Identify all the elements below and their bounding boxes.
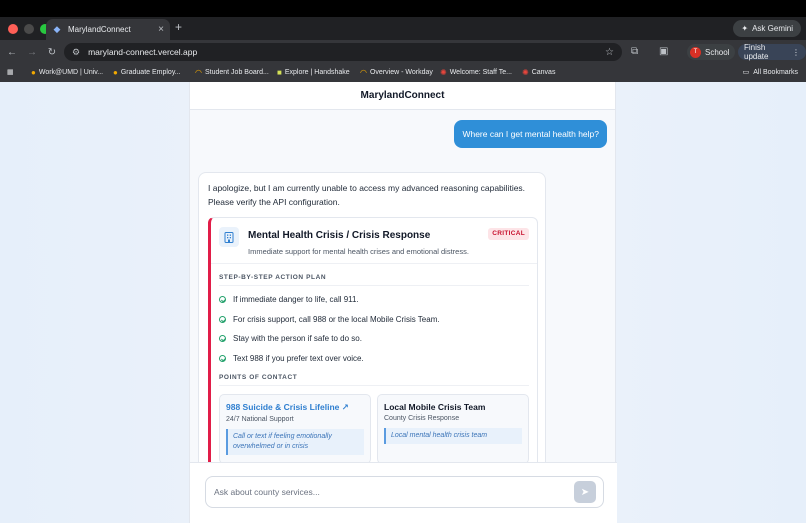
- bookmark-star-icon[interactable]: ☆: [605, 47, 614, 58]
- reload-icon[interactable]: ↻: [44, 47, 60, 58]
- card-title-wrap: Mental Health Crisis / Crisis Response I…: [248, 227, 488, 263]
- bot-intro-text: I apologize, but I am currently unable t…: [208, 183, 526, 207]
- profile-label: School: [705, 47, 730, 57]
- ask-gemini-button[interactable]: ✦ Ask Gemini: [733, 20, 801, 37]
- workday-icon: ◠: [360, 68, 367, 77]
- contact-note: Call or text if feeling emotionally over…: [226, 429, 364, 455]
- folder-icon: ▭: [742, 69, 750, 76]
- tab-close-icon[interactable]: ×: [158, 24, 164, 35]
- all-bookmarks-button[interactable]: ▭ All Bookmarks: [742, 68, 798, 77]
- bookmark-item[interactable]: ● Work@UMD | Univ...: [31, 68, 103, 77]
- bookmark-item[interactable]: ◠ Student Job Board...: [195, 68, 269, 77]
- browser-toolbar: ← → ↻ ⚙ maryland-connect.vercel.app ☆ ⧉ …: [0, 40, 806, 64]
- close-window-button[interactable]: [8, 23, 18, 34]
- more-vert-icon[interactable]: ⋮: [792, 48, 800, 57]
- chat-app: MarylandConnect Where can I get mental h…: [189, 82, 617, 523]
- forward-arrow-icon[interactable]: →: [24, 47, 40, 58]
- canvas-icon: ✺: [522, 68, 529, 77]
- crisis-card: Mental Health Crisis / Crisis Response I…: [208, 217, 538, 471]
- tab-search-icon[interactable]: ▣: [659, 46, 668, 57]
- browser-tab-active[interactable]: ◆ MarylandConnect ×: [46, 19, 170, 40]
- contact-note: Local mental health crisis team: [384, 428, 522, 444]
- page-background: MarylandConnect Where can I get mental h…: [0, 82, 806, 523]
- umd-logo-icon: ●: [113, 68, 118, 77]
- bot-message-bubble: I apologize, but I am currently unable t…: [198, 172, 546, 472]
- send-button[interactable]: ➤: [574, 481, 596, 503]
- step-item: Stay with the person if safe to do so.: [219, 329, 529, 349]
- check-circle-icon: [219, 315, 226, 323]
- avatar: T: [690, 46, 701, 58]
- profile-button[interactable]: T School: [687, 44, 736, 60]
- external-link-icon[interactable]: ↗: [342, 402, 349, 412]
- sparkle-icon: ✦: [741, 24, 749, 33]
- card-subtitle: Immediate support for mental health cris…: [248, 247, 469, 256]
- new-tab-button[interactable]: +: [175, 20, 182, 34]
- back-arrow-icon[interactable]: ←: [4, 47, 20, 58]
- critical-badge: CRITICAL: [488, 228, 529, 240]
- contact-subtitle: 24/7 National Support: [226, 416, 294, 423]
- menu-bar-strip: [0, 0, 806, 17]
- app-title: MarylandConnect: [190, 82, 615, 110]
- user-message-bubble: Where can I get mental health help?: [454, 120, 607, 148]
- chat-input-area: ➤: [190, 462, 617, 523]
- contact-name: Local Mobile Crisis Team: [384, 402, 486, 412]
- check-circle-icon: [219, 354, 226, 362]
- check-circle-icon: [219, 296, 226, 304]
- step-item: Text 988 if you prefer text over voice.: [219, 349, 529, 369]
- site-favicon-icon: ◆: [53, 24, 61, 34]
- bookmark-item[interactable]: ✺ Canvas: [522, 68, 555, 77]
- finish-update-button[interactable]: Finish update ⋮: [738, 43, 806, 61]
- card-header: Mental Health Crisis / Crisis Response I…: [211, 218, 537, 264]
- address-bar[interactable]: ⚙ maryland-connect.vercel.app ☆: [64, 43, 622, 61]
- steps-heading: STEP-BY-STEP ACTION PLAN: [219, 274, 327, 281]
- contacts-grid: 988 Suicide & Crisis Lifeline ↗ 24/7 Nat…: [211, 386, 537, 464]
- workday-icon: ◠: [195, 68, 202, 77]
- bookmarks-bar: ▦ ● Work@UMD | Univ... ● Graduate Employ..…: [0, 64, 806, 82]
- finish-update-label: Finish update: [744, 43, 769, 61]
- gear-icon: ✺: [440, 68, 447, 77]
- bookmark-item[interactable]: ✺ Welcome: Staff Te...: [440, 68, 512, 77]
- chat-input[interactable]: [205, 476, 604, 508]
- umd-logo-icon: ●: [31, 68, 36, 77]
- handshake-icon: ■: [277, 68, 282, 77]
- bookmark-item[interactable]: ● Graduate Employ...: [113, 68, 181, 77]
- bookmark-item[interactable]: ■ Explore | Handshake: [277, 68, 350, 77]
- lifeline-link[interactable]: 988 Suicide & Crisis Lifeline ↗: [226, 402, 364, 413]
- contact-card: 988 Suicide & Crisis Lifeline ↗ 24/7 Nat…: [219, 394, 371, 464]
- extensions-icon[interactable]: ⧉: [631, 46, 638, 57]
- building-icon: [219, 227, 239, 247]
- steps-list: If immediate danger to life, call 911. F…: [211, 286, 537, 368]
- bookmark-item[interactable]: ◠ Overview - Workday: [360, 68, 433, 77]
- url-text[interactable]: maryland-connect.vercel.app: [88, 47, 605, 57]
- contact-card: Local Mobile Crisis Team County Crisis R…: [377, 394, 529, 464]
- tab-title: MarylandConnect: [68, 25, 131, 34]
- tab-bar: ◆ MarylandConnect × + ✦ Ask Gemini: [0, 17, 806, 40]
- send-icon: ➤: [580, 486, 590, 498]
- contact-subtitle: County Crisis Response: [384, 415, 460, 422]
- contacts-heading: POINTS OF CONTACT: [219, 374, 298, 381]
- window-controls: [8, 23, 50, 34]
- minimize-window-button[interactable]: [24, 23, 34, 34]
- step-item: For crisis support, call 988 or the loca…: [219, 310, 529, 330]
- card-title: Mental Health Crisis / Crisis Response: [248, 230, 431, 241]
- step-item: If immediate danger to life, call 911.: [219, 290, 529, 310]
- apps-grid-icon[interactable]: ▦: [7, 68, 14, 76]
- ask-gemini-label: Ask Gemini: [752, 24, 793, 33]
- site-info-icon[interactable]: ⚙: [72, 47, 80, 58]
- check-circle-icon: [219, 335, 226, 343]
